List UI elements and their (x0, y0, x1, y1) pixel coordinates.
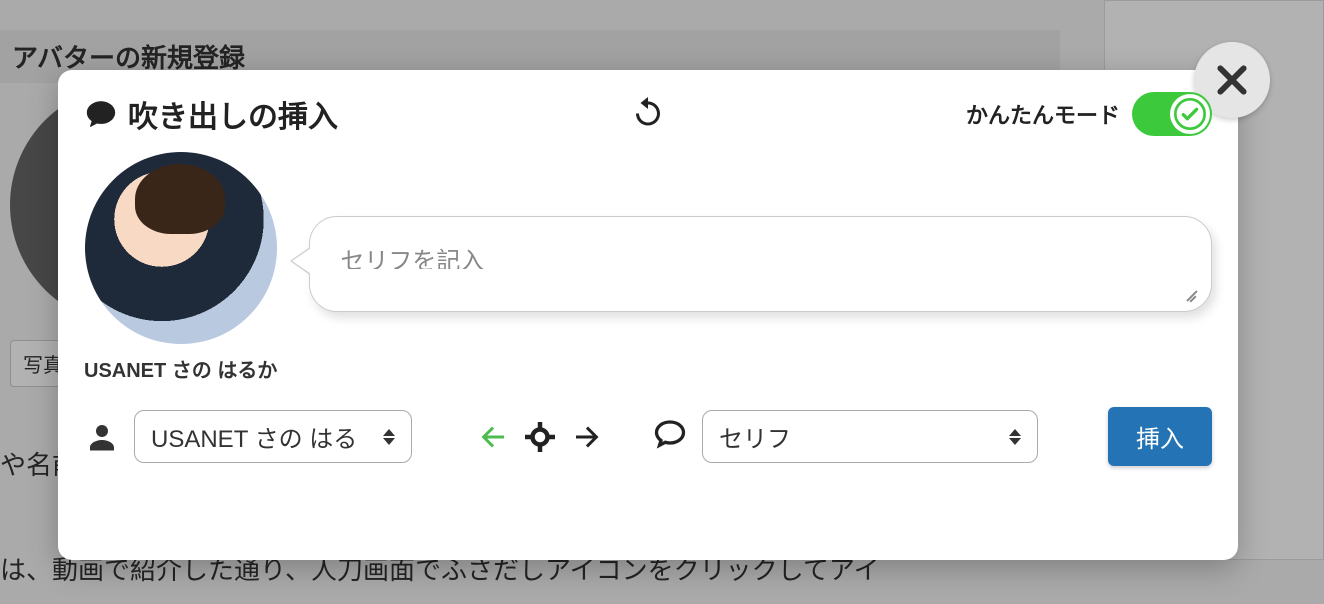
check-icon (1174, 98, 1206, 130)
avatar-select[interactable]: USANET さの はる (134, 410, 412, 463)
select-arrows-icon (1009, 429, 1021, 445)
speech-bubble-modal: 吹き出しの挿入 かんたんモード USANET さの はるか (58, 70, 1238, 560)
easy-mode-label: かんたんモード (966, 98, 1120, 130)
avatar (85, 152, 277, 344)
speech-bubble-icon (84, 97, 118, 131)
speech-bubble (309, 216, 1212, 312)
modal-title: 吹き出しの挿入 (128, 92, 338, 136)
easy-mode-toggle[interactable] (1132, 92, 1212, 136)
arrow-right-button[interactable] (570, 419, 606, 455)
speech-input[interactable] (340, 241, 1181, 269)
avatar-select-value: USANET さの はる (151, 419, 357, 454)
undo-icon[interactable] (630, 94, 666, 130)
resize-handle[interactable] (1183, 287, 1197, 301)
avatar-name-label: USANET さの はるか (84, 354, 277, 383)
target-center-button[interactable] (522, 419, 558, 455)
bubble-type-select[interactable]: セリフ (702, 410, 1038, 463)
insert-button[interactable]: 挿入 (1108, 407, 1212, 466)
speech-bubble-outline-icon[interactable] (652, 416, 688, 452)
select-arrows-icon (383, 429, 395, 445)
close-icon (1212, 60, 1252, 100)
bubble-type-value: セリフ (719, 419, 791, 454)
person-icon (84, 419, 120, 455)
arrow-left-button[interactable] (474, 419, 510, 455)
